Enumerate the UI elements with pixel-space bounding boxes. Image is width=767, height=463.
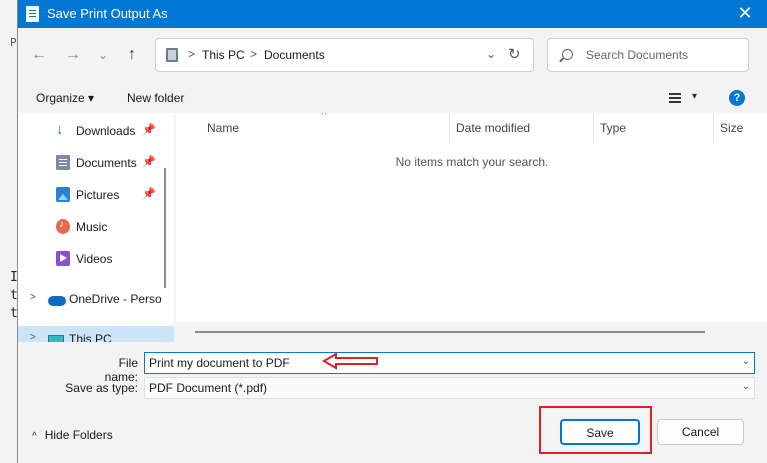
help-icon[interactable]: ?	[729, 90, 745, 106]
document-app-icon	[26, 6, 39, 22]
column-header-name[interactable]: Name	[207, 121, 239, 135]
forward-arrow-icon[interactable]: →	[62, 43, 84, 67]
sidebar-item-this-pc[interactable]: > This PC	[18, 326, 174, 342]
expand-chevron-icon[interactable]: >	[30, 332, 36, 342]
sort-ascending-icon: ^	[322, 113, 327, 121]
file-name-label: File name:	[104, 356, 138, 384]
sidebar-item-label: Music	[76, 220, 108, 234]
sidebar-item-downloads[interactable]: ↓ Downloads 📌	[18, 118, 174, 146]
save-dialog: Save Print Output As ✕ ← → ⌄ ↑ > This PC…	[17, 0, 767, 463]
recent-locations-chevron-icon[interactable]: ⌄	[92, 43, 114, 67]
save-as-type-dropdown-icon[interactable]: ⌄	[742, 381, 750, 392]
navigation-pane[interactable]: ↓ Downloads 📌 Documents 📌 Pictures 📌 Mus…	[18, 113, 174, 342]
refresh-icon[interactable]: ↻	[508, 45, 521, 63]
save-as-type-label: Save as type:	[65, 381, 138, 395]
save-as-type-value: PDF Document (*.pdf)	[149, 381, 268, 395]
hide-folders-label: Hide Folders	[44, 428, 113, 442]
horizontal-scrollbar-thumb[interactable]	[195, 331, 705, 333]
collapse-chevron-icon: ^	[32, 431, 37, 442]
new-folder-button[interactable]: New folder	[127, 91, 184, 105]
cancel-button[interactable]: Cancel	[657, 419, 744, 445]
expand-chevron-icon[interactable]: >	[30, 292, 36, 303]
sidebar-item-documents[interactable]: Documents 📌	[18, 150, 174, 178]
column-header-size[interactable]: Size	[720, 121, 743, 135]
sidebar-item-label: OneDrive - Perso	[69, 292, 162, 306]
organize-menu-button[interactable]: Organize ▾	[36, 91, 94, 105]
download-icon: ↓	[56, 121, 64, 138]
dialog-title: Save Print Output As	[47, 6, 168, 21]
this-pc-icon	[166, 48, 178, 62]
sidebar-item-label: Documents	[76, 156, 137, 170]
search-box[interactable]	[547, 38, 749, 72]
save-button[interactable]: Save	[560, 419, 640, 445]
column-header-type[interactable]: Type	[600, 121, 626, 135]
view-dropdown-icon[interactable]: ▾	[692, 91, 697, 102]
breadcrumb-separator: >	[188, 47, 196, 61]
close-button[interactable]: ✕	[722, 0, 767, 28]
sidebar-item-label: Downloads	[76, 124, 136, 138]
title-bar: Save Print Output As ✕	[18, 0, 767, 28]
back-arrow-icon[interactable]: ←	[28, 43, 50, 67]
videos-icon	[56, 251, 70, 266]
search-icon	[562, 49, 573, 60]
hide-folders-button[interactable]: ^ Hide Folders	[32, 428, 113, 442]
pin-icon: 📌	[142, 156, 156, 168]
documents-icon	[56, 155, 70, 170]
sidebar-item-label: This PC	[69, 332, 112, 342]
column-divider[interactable]	[593, 113, 594, 141]
annotation-arrow-icon	[322, 352, 378, 370]
sidebar-item-videos[interactable]: Videos	[18, 246, 174, 274]
column-divider[interactable]	[449, 113, 450, 141]
dialog-footer	[18, 401, 767, 463]
pin-icon: 📌	[142, 124, 156, 136]
column-header-date-modified[interactable]: Date modified	[456, 121, 530, 135]
this-pc-icon	[48, 335, 64, 342]
file-name-dropdown-icon[interactable]: ⌄	[742, 356, 750, 367]
breadcrumb-this-pc[interactable]: This PC	[202, 48, 245, 62]
column-divider[interactable]	[713, 113, 714, 141]
navigation-scrollbar[interactable]	[164, 168, 166, 288]
search-input[interactable]	[586, 46, 736, 64]
background-app: P I t t	[0, 0, 18, 463]
up-arrow-icon[interactable]: ↑	[121, 43, 143, 67]
breadcrumb-documents[interactable]: Documents	[264, 48, 325, 62]
music-icon	[56, 219, 70, 234]
pin-icon: 📌	[142, 188, 156, 200]
sidebar-item-onedrive[interactable]: > OneDrive - Perso	[18, 286, 174, 314]
onedrive-icon	[48, 296, 66, 306]
address-bar[interactable]: > This PC > Documents ⌄ ↻	[155, 38, 534, 72]
empty-message: No items match your search.	[395, 155, 549, 169]
background-glyph: P	[10, 36, 17, 49]
sidebar-item-label: Pictures	[76, 188, 120, 202]
breadcrumb-separator: >	[250, 47, 258, 61]
sidebar-item-music[interactable]: Music	[18, 214, 174, 242]
address-dropdown-icon[interactable]: ⌄	[486, 47, 496, 61]
save-as-type-select[interactable]: PDF Document (*.pdf) ⌄	[144, 377, 755, 399]
pictures-icon	[56, 187, 70, 202]
file-name-field[interactable]: ⌄	[144, 352, 755, 374]
sidebar-item-label: Videos	[76, 252, 113, 266]
file-list[interactable]: ^ Name Date modified Type Size No items …	[176, 113, 767, 342]
sidebar-item-pictures[interactable]: Pictures 📌	[18, 182, 174, 210]
view-list-icon[interactable]	[669, 93, 681, 103]
